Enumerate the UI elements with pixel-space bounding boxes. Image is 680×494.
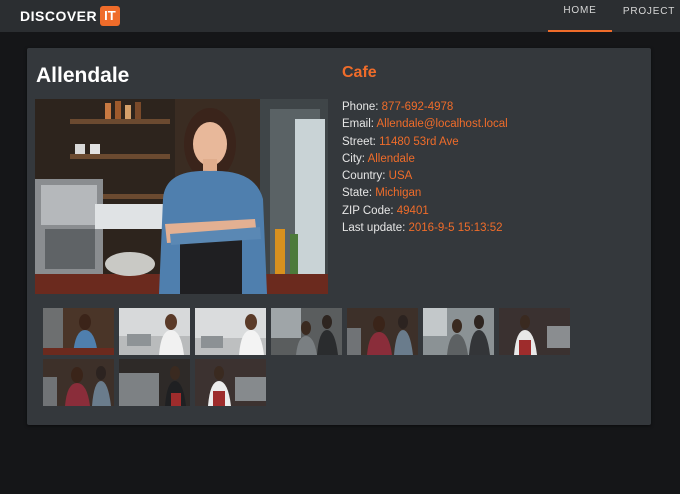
place-card: Allendale Cafe Phone: 877-692-4978 Email… xyxy=(27,48,651,425)
state-value: Michigan xyxy=(375,187,422,200)
detail-label: Email: xyxy=(342,118,377,131)
gallery-thumbnail[interactable] xyxy=(499,308,570,355)
logo-word: DISCOVER xyxy=(20,8,98,24)
nav-project-tab[interactable]: PROJECT xyxy=(618,0,680,32)
detail-label: Last update: xyxy=(342,222,409,235)
detail-label: City: xyxy=(342,152,368,165)
detail-row-country: Country: USA xyxy=(342,168,508,185)
detail-row-email: Email: Allendale@localhost.local xyxy=(342,116,508,133)
detail-label: Phone: xyxy=(342,101,382,113)
last-update-value: 2016-9-5 15:13:52 xyxy=(408,222,503,235)
detail-row-city: City: Allendale xyxy=(342,151,508,168)
place-details: Phone: 877-692-4978 Email: Allendale@loc… xyxy=(342,99,508,237)
detail-label: Country: xyxy=(342,170,389,183)
gallery-thumbnail[interactable] xyxy=(271,308,342,355)
detail-row-street: Street: 11480 53rd Ave xyxy=(342,134,508,151)
gallery-thumbnail[interactable] xyxy=(195,308,266,355)
gallery-thumbnail[interactable] xyxy=(423,308,494,355)
email-link[interactable]: Allendale@localhost.local xyxy=(377,118,508,130)
phone-link[interactable]: 877-692-4978 xyxy=(382,101,454,113)
zip-value: 49401 xyxy=(396,204,429,217)
detail-row-phone: Phone: 877-692-4978 xyxy=(342,99,508,116)
detail-row-last-update: Last update: 2016-9-5 15:13:52 xyxy=(342,220,508,237)
country-value: USA xyxy=(388,170,413,183)
street-value: 11480 53rd Ave xyxy=(379,135,459,148)
place-title: Allendale xyxy=(36,64,130,87)
city-value: Allendale xyxy=(367,152,415,165)
place-category: Cafe xyxy=(342,64,377,81)
top-navbar: DISCOVER IT HOME PROJECT xyxy=(0,0,680,32)
logo[interactable]: DISCOVER IT xyxy=(20,5,120,27)
gallery-thumbnail[interactable] xyxy=(43,359,114,406)
gallery-thumbnail[interactable] xyxy=(43,308,114,355)
detail-row-zip: ZIP Code: 49401 xyxy=(342,203,508,220)
gallery-thumbnail[interactable] xyxy=(347,308,418,355)
detail-label: Street: xyxy=(342,135,380,148)
gallery-thumbnail[interactable] xyxy=(119,359,190,406)
main-photo[interactable] xyxy=(35,99,328,294)
detail-row-state: State: Michigan xyxy=(342,185,508,202)
detail-label: State: xyxy=(342,187,376,200)
detail-label: ZIP Code: xyxy=(342,204,397,217)
logo-badge: IT xyxy=(100,6,120,26)
nav-home-tab[interactable]: HOME xyxy=(548,0,612,32)
gallery-thumbnail[interactable] xyxy=(119,308,190,355)
gallery-thumbnail[interactable] xyxy=(195,359,266,406)
